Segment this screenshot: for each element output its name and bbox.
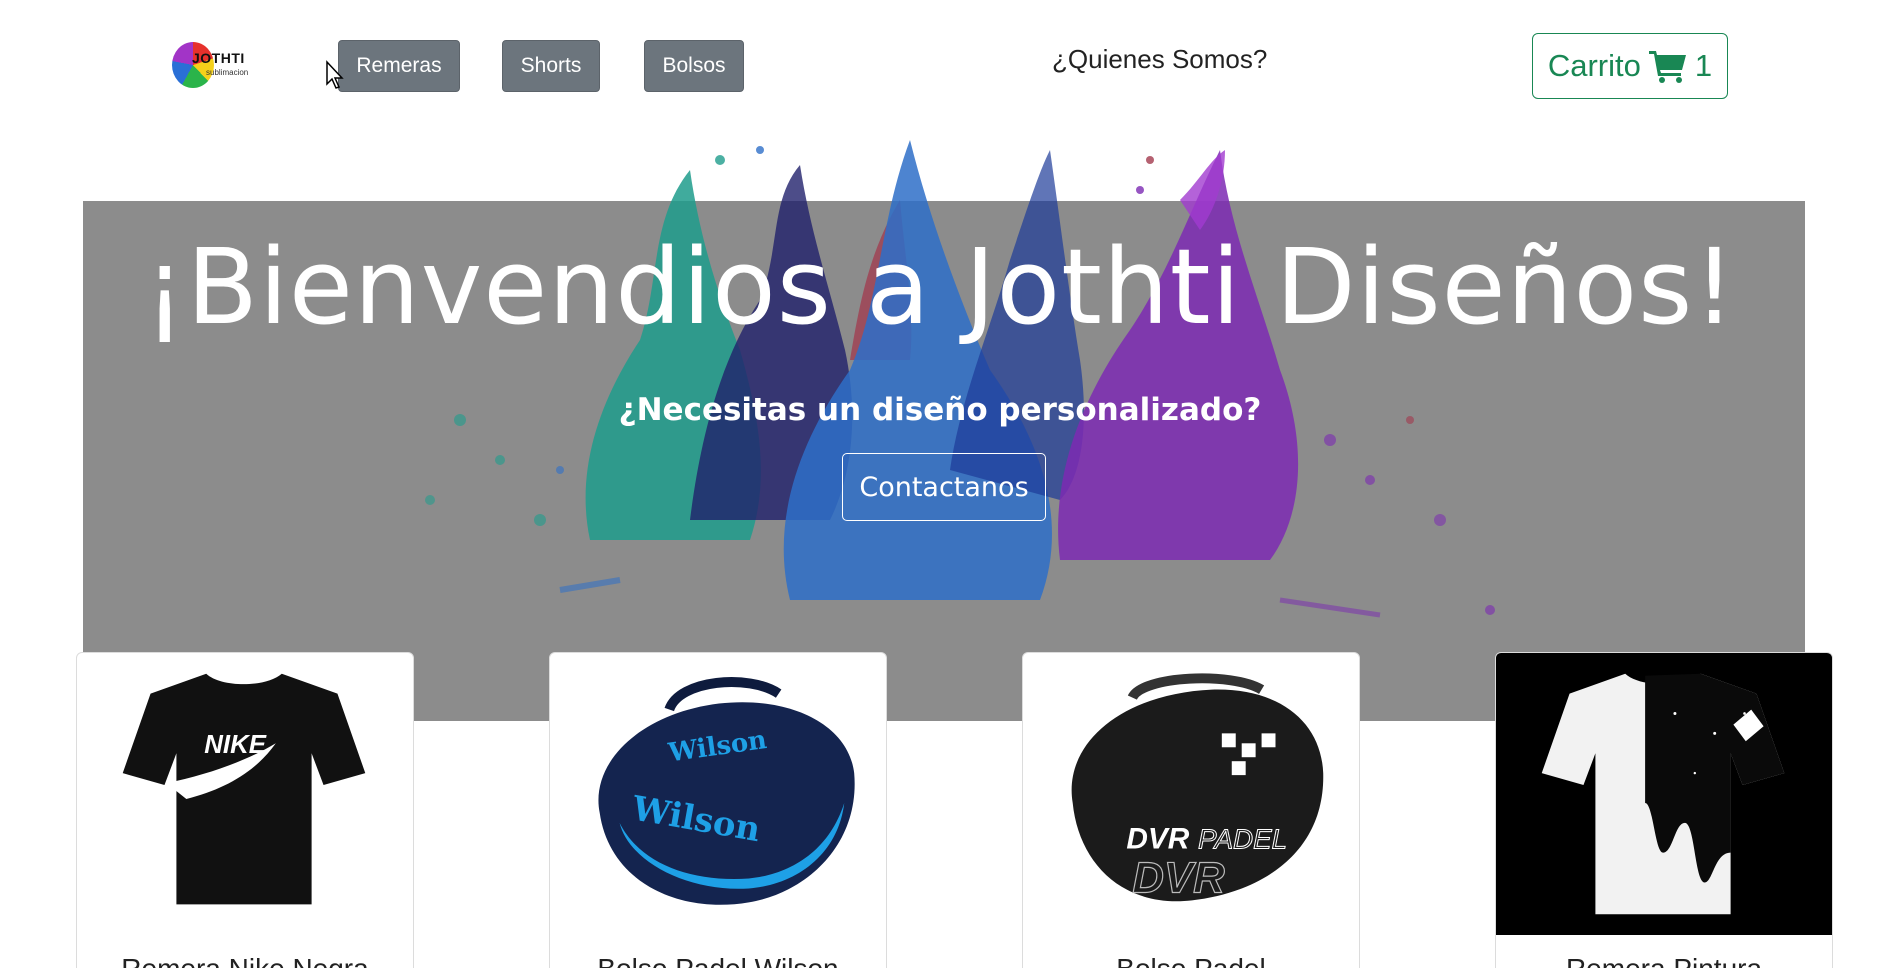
product-card[interactable]: Wilson Wilson Bolso Padel Wilson [549, 652, 887, 968]
black-nike-tshirt-image: NIKE [122, 673, 366, 905]
page: JOTHTI sublimacion Remeras Shorts Bolsos… [0, 0, 1880, 968]
product-title: Bolso Padel [1023, 953, 1359, 968]
blue-wilson-padel-bag-image: Wilson Wilson [598, 677, 855, 905]
contact-button[interactable]: Contactanos [842, 453, 1046, 521]
product-title: Remera Nike Negra [77, 953, 413, 968]
svg-text:DVR: DVR [1132, 853, 1225, 902]
nav-button-shorts[interactable]: Shorts [502, 40, 600, 92]
cart-button[interactable]: Carrito 1 [1532, 33, 1728, 99]
black-dvr-padel-bag-image: DVR PADEL DVR [1071, 673, 1324, 903]
hero-subtitle: ¿Necesitas un diseño personalizado? [618, 392, 1262, 428]
logo[interactable]: JOTHTI sublimacion [172, 42, 268, 92]
paint-drip-tshirt-image [1496, 653, 1832, 935]
product-title: Bolso Padel Wilson [550, 953, 886, 968]
logo-text: JOTHTI [192, 50, 245, 66]
cart-label: Carrito [1547, 48, 1641, 83]
cart-count: 1 [1694, 48, 1713, 83]
logo-subtext: sublimacion [206, 68, 249, 77]
product-card[interactable]: Remera Pintura [1495, 652, 1833, 968]
svg-text:NIKE: NIKE [204, 731, 266, 759]
product-card[interactable]: DVR PADEL DVR Bolso Padel [1022, 652, 1360, 968]
cart-icon [1648, 51, 1686, 83]
mouse-cursor-icon [326, 60, 344, 89]
about-link[interactable]: ¿Quienes Somos? [1052, 44, 1267, 75]
navbar: JOTHTI sublimacion Remeras Shorts Bolsos… [0, 0, 1880, 130]
nav-button-bolsos[interactable]: Bolsos [644, 40, 744, 92]
svg-text:PADEL: PADEL [1198, 824, 1287, 855]
hero-title: ¡Bienvendios a Jothti Diseños! [143, 226, 1737, 348]
nav-button-remeras[interactable]: Remeras [338, 40, 460, 92]
svg-text:DVR: DVR [1126, 823, 1189, 856]
product-title: Remera Pintura [1496, 953, 1832, 968]
product-card[interactable]: NIKE Remera Nike Negra [76, 652, 414, 968]
